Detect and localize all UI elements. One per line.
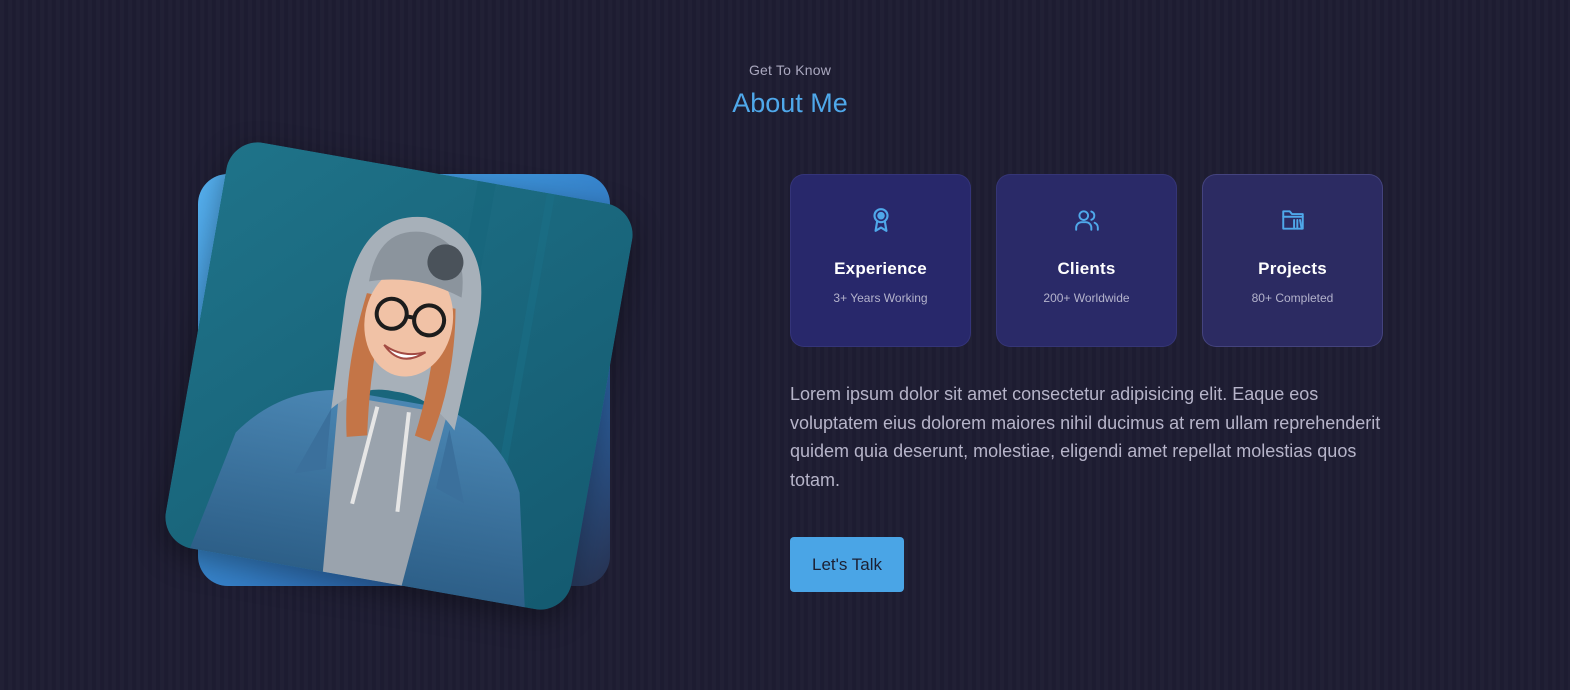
award-icon [868,207,894,233]
section-title: About Me [732,88,848,118]
card-experience: Experience 3+ Years Working [790,174,971,347]
portrait-illustration [160,137,638,615]
section-header: Get To Know About Me [0,62,1570,119]
folder-icon [1280,207,1306,233]
about-description: Lorem ipsum dolor sit amet consectetur a… [790,384,1381,490]
card-title: Projects [1258,259,1327,278]
users-icon [1074,207,1100,233]
card-subtitle: 80+ Completed [1251,291,1334,305]
card-title: Experience [834,259,927,278]
stats-cards: Experience 3+ Years Working Clients 200+… [790,174,1383,347]
portrait-photo [160,137,638,615]
portrait-container [160,137,655,630]
section-subtitle: Get To Know [748,62,832,78]
card-title: Clients [1057,259,1116,278]
lets-talk-button[interactable]: Let's Talk [790,537,904,592]
card-projects: Projects 80+ Completed [1202,174,1383,347]
card-subtitle: 200+ Worldwide [1043,291,1130,305]
card-subtitle: 3+ Years Working [833,291,928,305]
card-clients: Clients 200+ Worldwide [996,174,1177,347]
